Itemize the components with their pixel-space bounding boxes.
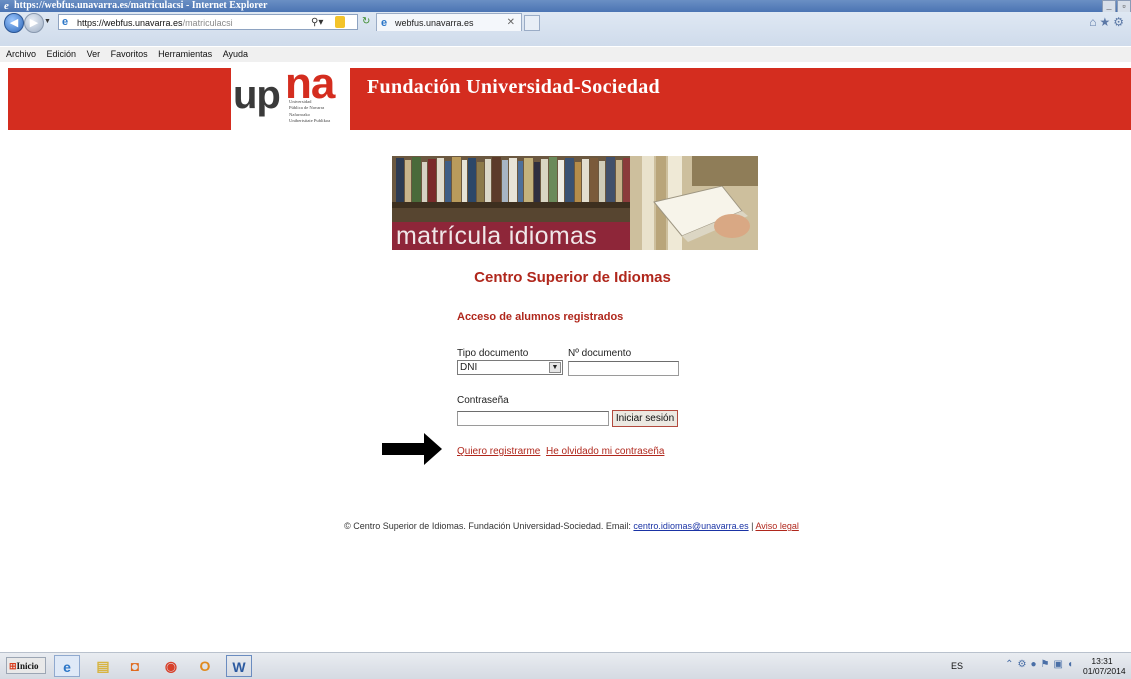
menu-ayuda[interactable]: Ayuda — [223, 49, 248, 59]
clock[interactable]: 13:31 01/07/2014 — [1083, 656, 1126, 676]
menu-ver[interactable]: Ver — [87, 49, 101, 59]
folder-taskbar-icon[interactable]: ▤ — [90, 655, 116, 677]
menu-bar: Archivo Edición Ver Favoritos Herramient… — [0, 47, 1131, 62]
home-favorites-tools-icons[interactable]: ⌂★⚙ — [1089, 15, 1127, 29]
doc-type-value: DNI — [460, 362, 478, 373]
language-indicator[interactable]: ES — [951, 661, 963, 671]
tab-label: webfus.unavarra.es — [395, 18, 474, 28]
header-title: Fundación Universidad-Sociedad — [367, 76, 660, 98]
system-tray: ES ⌃⚙●⚑▣◖ 13:31 01/07/2014 — [925, 656, 1126, 676]
menu-favoritos[interactable]: Favoritos — [111, 49, 148, 59]
word-taskbar-icon[interactable]: W — [226, 655, 252, 677]
footer-text: © Centro Superior de Idiomas. Fundación … — [344, 521, 634, 531]
password-label: Contraseña — [457, 395, 509, 406]
start-button[interactable]: ⊞Inicio — [6, 657, 46, 674]
banner-image: matrícula idiomas — [392, 156, 758, 250]
back-button[interactable]: ◀ — [4, 13, 24, 33]
doc-type-label: Tipo documento — [457, 348, 529, 359]
menu-archivo[interactable]: Archivo — [6, 49, 36, 59]
doc-type-select[interactable]: DNI ▼ — [457, 360, 563, 375]
browser-tab[interactable]: e webfus.unavarra.es ✕ — [376, 13, 522, 31]
lock-icon[interactable] — [335, 16, 345, 28]
doc-number-label: Nº documento — [568, 348, 632, 359]
register-link[interactable]: Quiero registrarme — [457, 446, 540, 457]
clock-date: 01/07/2014 — [1083, 666, 1126, 676]
menu-herramientas[interactable]: Herramientas — [158, 49, 212, 59]
ie-logo-icon: e — [4, 0, 9, 12]
upna-logo[interactable]: up na Universidad Pública de Navarra Naf… — [231, 62, 350, 132]
clock-time: 13:31 — [1091, 656, 1113, 666]
logo-subtitle: Universidad Pública de Navarra Nafarroak… — [289, 99, 331, 123]
window-title-bar: e https://webfus.unavarra.es/matriculacs… — [0, 0, 1131, 13]
forgot-password-link[interactable]: He olvidado mi contraseña — [546, 446, 664, 457]
password-input[interactable] — [457, 411, 609, 426]
tray-icons[interactable]: ⌃⚙●⚑▣◖ — [1005, 660, 1077, 670]
arrow-right-icon — [382, 433, 442, 465]
windows-logo-icon: ⊞ — [9, 661, 17, 671]
forward-button[interactable]: ▶ — [24, 13, 44, 33]
address-url[interactable]: https://webfus.unavarra.es/matriculacsi — [77, 15, 233, 31]
page-title: Centro Superior de Idiomas — [474, 269, 671, 286]
window-controls: _ ▫ — [1101, 0, 1131, 13]
taskbar: ⊞Inicio e ▤ ◘ ◉ O W ES ⌃⚙●⚑▣◖ 13:31 01/0… — [0, 652, 1131, 679]
outlook-taskbar-icon[interactable]: ◘ — [122, 655, 148, 677]
email-link[interactable]: centro.idiomas@unavarra.es — [633, 521, 748, 531]
refresh-icon[interactable]: ↻ — [362, 16, 370, 27]
address-bar[interactable]: e https://webfus.unavarra.es/matriculacs… — [58, 14, 358, 30]
legal-link[interactable]: Aviso legal — [755, 521, 798, 531]
banner-caption: matrícula idiomas — [392, 222, 630, 250]
history-dropdown-icon[interactable]: ▼ — [44, 18, 51, 25]
access-heading: Acceso de alumnos registrados — [457, 311, 624, 323]
menu-edicion[interactable]: Edición — [47, 49, 77, 59]
close-tab-icon[interactable]: ✕ — [507, 14, 515, 32]
chevron-down-icon[interactable]: ▼ — [549, 362, 561, 373]
doc-number-input[interactable] — [568, 361, 679, 376]
login-button[interactable]: Iniciar sesión — [612, 410, 678, 427]
search-icon[interactable]: ⚲▾ — [311, 16, 323, 29]
ie-page-icon: e — [62, 16, 69, 28]
outlook-express-taskbar-icon[interactable]: O — [192, 655, 218, 677]
chrome-taskbar-icon[interactable]: ◉ — [158, 655, 184, 677]
ie-taskbar-icon[interactable]: e — [54, 655, 80, 677]
page-footer: © Centro Superior de Idiomas. Fundación … — [0, 521, 1131, 531]
navigation-bar: ◀ ▶ ▼ e https://webfus.unavarra.es/matri… — [0, 12, 1131, 46]
tab-ie-icon: e — [381, 17, 388, 29]
logo-up-text: up — [233, 73, 281, 117]
window-title: https://webfus.unavarra.es/matriculacsi … — [14, 0, 268, 11]
new-tab-button[interactable] — [524, 15, 540, 31]
